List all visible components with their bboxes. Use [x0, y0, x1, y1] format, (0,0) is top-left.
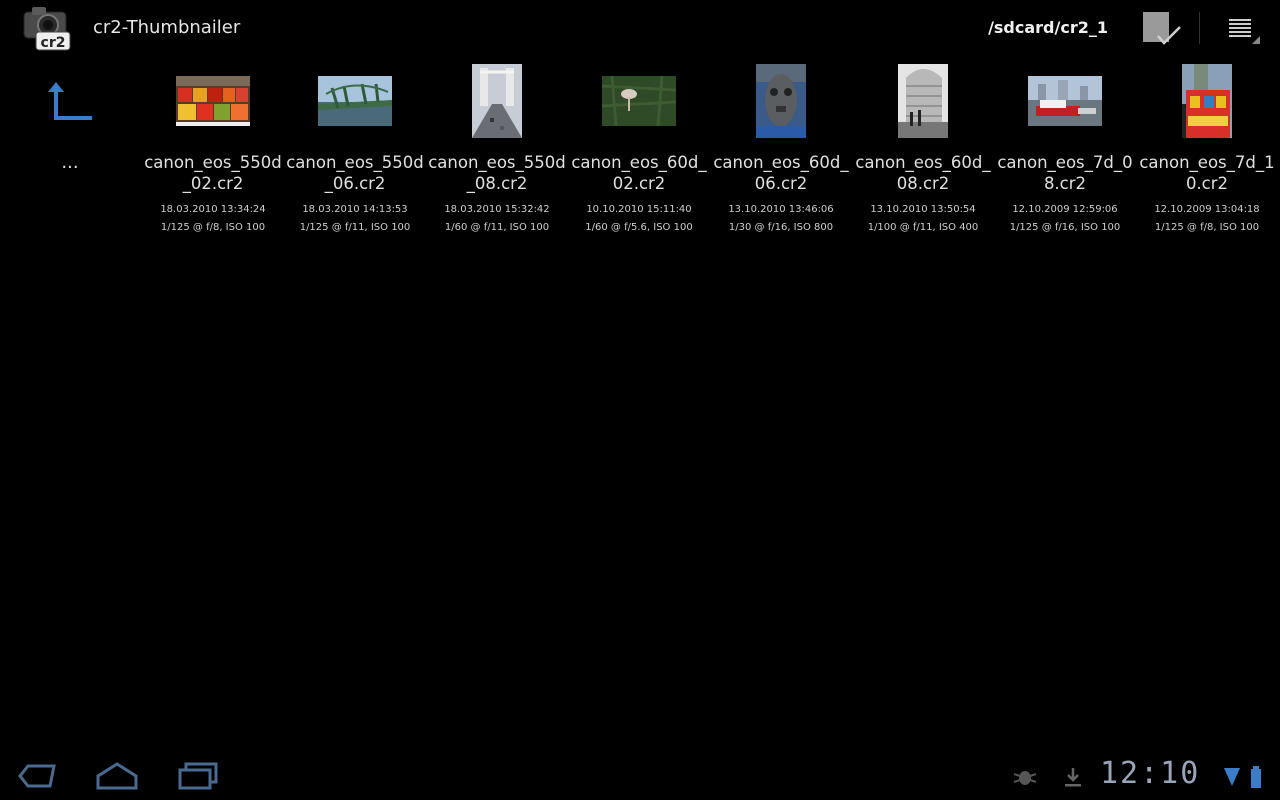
system-nav-bar — [0, 752, 1280, 800]
wifi-signal-icon — [1222, 766, 1242, 792]
camera-app-icon[interactable]: cr2 — [20, 4, 72, 52]
file-meta: 13.10.2010 13:46:06 1/30 @ f/16, ISO 800 — [710, 201, 852, 237]
home-icon — [96, 762, 138, 790]
overflow-menu-button[interactable] — [1222, 12, 1262, 48]
action-bar: cr2 cr2-Thumbnailer /sdcard/cr2_1 — [0, 0, 1280, 56]
file-name: canon_eos_60d_08.cr2 — [855, 153, 991, 193]
file-name: canon_eos_60d_02.cr2 — [571, 153, 707, 193]
file-meta: 18.03.2010 13:34:24 1/125 @ f/8, ISO 100 — [142, 201, 284, 237]
parent-folder-item[interactable]: ... — [30, 72, 110, 182]
recent-apps-button[interactable] — [174, 758, 220, 794]
thumbnail-image — [898, 64, 948, 138]
file-item[interactable]: canon_eos_550d_02.cr2 18.03.2010 13:34:2… — [142, 64, 284, 244]
file-exposure: 1/100 @ f/11, ISO 400 — [867, 222, 979, 233]
recent-apps-icon — [178, 762, 218, 790]
file-exposure: 1/125 @ f/11, ISO 100 — [299, 222, 411, 233]
file-date: 18.03.2010 13:34:24 — [160, 204, 266, 215]
app-title: cr2-Thumbnailer — [93, 17, 241, 38]
status-clock: 12:10 — [1100, 756, 1201, 791]
file-name: canon_eos_7d_08.cr2 — [997, 153, 1133, 193]
file-item[interactable]: canon_eos_60d_02.cr2 10.10.2010 15:11:40… — [568, 64, 710, 244]
thumbnail-image — [176, 76, 250, 126]
file-exposure: 1/60 @ f/11, ISO 100 — [444, 222, 550, 233]
file-date: 18.03.2010 15:32:42 — [444, 204, 550, 215]
file-name: canon_eos_550d_08.cr2 — [428, 153, 566, 193]
thumbnail-image — [756, 64, 806, 138]
file-item[interactable]: canon_eos_7d_08.cr2 12.10.2009 12:59:06 … — [994, 64, 1136, 244]
file-exposure: 1/125 @ f/8, ISO 100 — [1154, 222, 1260, 233]
file-meta: 10.10.2010 15:11:40 1/60 @ f/5.6, ISO 10… — [568, 201, 710, 237]
file-name: canon_eos_7d_10.cr2 — [1139, 153, 1275, 193]
thumbnail-image — [318, 76, 392, 126]
debug-bug-icon[interactable] — [1012, 766, 1038, 792]
back-button[interactable] — [14, 758, 60, 794]
file-meta: 13.10.2010 13:50:54 1/100 @ f/11, ISO 40… — [852, 201, 994, 237]
file-exposure: 1/60 @ f/5.6, ISO 100 — [585, 222, 693, 233]
file-exposure: 1/30 @ f/16, ISO 800 — [728, 222, 834, 233]
home-button[interactable] — [94, 758, 140, 794]
file-item[interactable]: canon_eos_60d_06.cr2 13.10.2010 13:46:06… — [710, 64, 852, 244]
battery-icon — [1250, 766, 1262, 792]
file-name: canon_eos_60d_06.cr2 — [713, 153, 849, 193]
parent-folder-label: ... — [61, 152, 79, 173]
file-meta: 18.03.2010 15:32:42 1/60 @ f/11, ISO 100 — [426, 201, 568, 237]
file-date: 12.10.2009 12:59:06 — [1012, 204, 1118, 215]
current-path: /sdcard/cr2_1 — [988, 18, 1108, 37]
download-icon[interactable] — [1062, 766, 1084, 792]
back-arrow-icon — [18, 764, 56, 788]
file-meta: 12.10.2009 13:04:18 1/125 @ f/8, ISO 100 — [1136, 201, 1278, 237]
app-icon-badge: cr2 — [41, 35, 66, 51]
file-date: 18.03.2010 14:13:53 — [302, 204, 408, 215]
thumbnail-image — [602, 76, 676, 126]
file-meta: 18.03.2010 14:13:53 1/125 @ f/11, ISO 10… — [284, 201, 426, 237]
thumbnail-image — [1182, 64, 1232, 138]
file-name: canon_eos_550d_06.cr2 — [286, 153, 424, 193]
checkbox-check-icon — [1143, 12, 1181, 45]
file-item[interactable]: canon_eos_7d_10.cr2 12.10.2009 13:04:18 … — [1136, 64, 1278, 244]
thumbnail-image — [472, 64, 522, 138]
file-date: 13.10.2010 13:46:06 — [728, 204, 834, 215]
file-item[interactable]: canon_eos_550d_06.cr2 18.03.2010 14:13:5… — [284, 64, 426, 244]
menu-lines-icon — [1229, 19, 1260, 44]
thumbnail-image — [1028, 76, 1102, 126]
up-arrow-icon — [44, 80, 96, 120]
file-item[interactable]: canon_eos_60d_08.cr2 13.10.2010 13:50:54… — [852, 64, 994, 244]
file-meta: 12.10.2009 12:59:06 1/125 @ f/16, ISO 10… — [994, 201, 1136, 237]
file-exposure: 1/125 @ f/16, ISO 100 — [1009, 222, 1121, 233]
action-bar-divider — [1199, 12, 1200, 44]
file-date: 10.10.2010 15:11:40 — [586, 204, 692, 215]
file-exposure: 1/125 @ f/8, ISO 100 — [160, 222, 266, 233]
file-name: canon_eos_550d_02.cr2 — [144, 153, 282, 193]
file-item[interactable]: canon_eos_550d_08.cr2 18.03.2010 15:32:4… — [426, 64, 568, 244]
file-date: 12.10.2009 13:04:18 — [1154, 204, 1260, 215]
select-all-button[interactable] — [1140, 10, 1182, 48]
file-date: 13.10.2010 13:50:54 — [870, 204, 976, 215]
